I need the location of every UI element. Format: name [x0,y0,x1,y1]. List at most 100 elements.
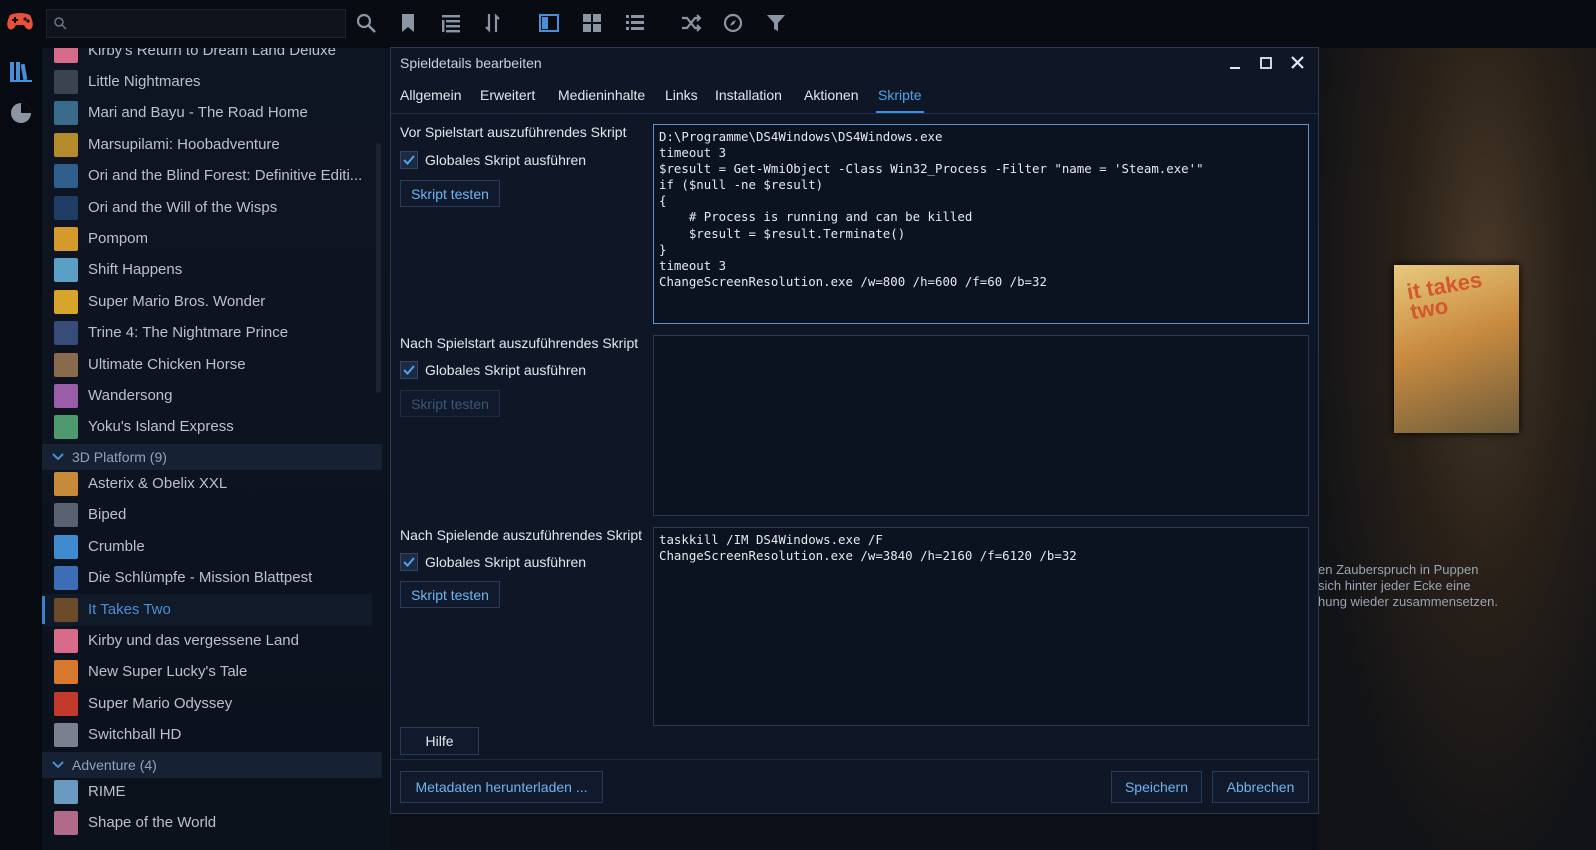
description-line: en Zauberspruch in Puppen [1318,562,1479,577]
random-icon[interactable] [680,12,702,34]
cancel-button[interactable]: Abbrechen [1212,771,1309,803]
help-button[interactable]: Hilfe [400,727,479,755]
library-icon[interactable] [8,58,34,84]
group-label: 3D Platform (9) [72,449,167,465]
group-label: Adventure (4) [72,757,157,773]
chevron-down-icon [52,453,64,461]
checkbox[interactable] [400,553,418,571]
save-button[interactable]: Speichern [1111,771,1202,803]
game-cover-icon [54,811,78,836]
game-detail-background [1318,48,1596,850]
gamepad-logo-icon[interactable] [5,9,35,33]
post-exit-script-editor[interactable]: taskkill /IM DS4Windows.exe /F ChangeScr… [653,527,1309,726]
list-item[interactable]: Switchball HD [42,719,372,751]
explore-icon[interactable] [722,12,744,34]
grid-view-icon[interactable] [581,12,603,34]
bookmark-icon[interactable] [397,12,419,34]
search-input[interactable] [46,9,346,38]
list-item[interactable]: RIME [42,776,372,808]
left-rail [0,48,42,850]
checkmark-icon [403,365,415,375]
download-metadata-button[interactable]: Metadaten herunterladen ... [400,771,603,803]
game-cover-icon [54,660,78,685]
list-item[interactable]: Marsupilami: Hoobadventure [42,129,372,161]
game-cover-icon [54,566,78,591]
tab-erweitert[interactable]: Erweitert [480,87,535,111]
game-name: Super Mario Bros. Wonder [88,292,266,310]
game-cover-icon [54,101,78,126]
list-item[interactable]: Kirby und das vergessene Land [42,625,372,657]
list-item[interactable]: Ori and the Will of the Wisps [42,192,372,224]
list-item[interactable]: Little Nightmares [42,66,372,98]
search-small-icon [54,17,67,30]
list-item[interactable]: Die Schlümpfe - Mission Blattpest [42,562,372,594]
list-item[interactable]: Ultimate Chicken Horse [42,349,372,381]
post-start-script-editor[interactable] [653,335,1309,516]
edit-game-dialog: Spieldetails bearbeiten Allgemein Erweit… [390,47,1319,814]
top-toolbar [0,0,1596,48]
list-item[interactable]: Wandersong [42,380,372,412]
list-item[interactable]: Crumble [42,531,372,563]
close-icon[interactable] [1287,54,1309,74]
post-start-script-label: Nach Spielstart auszuführendes Skript [400,335,639,351]
game-cover-icon [54,132,78,157]
list-item[interactable]: Shift Happens [42,254,372,286]
post-start-test-button[interactable]: Skript testen [400,390,500,417]
game-name: Switchball HD [88,726,182,744]
list-item[interactable]: Pompom [42,223,372,255]
list-item[interactable]: It Takes Two [42,593,372,626]
minimize-icon[interactable] [1224,54,1246,74]
list-item[interactable]: Super Mario Bros. Wonder [42,286,372,318]
list-view-icon[interactable] [624,12,646,34]
game-name: Ultimate Chicken Horse [88,355,246,373]
list-item[interactable]: Trine 4: The Nightmare Prince [42,317,372,349]
game-cover-icon [54,352,78,377]
checkbox-label: Globales Skript ausführen [425,152,587,168]
list-item[interactable]: Kirby's Return to Dream Land Deluxe [42,48,372,67]
list-item[interactable]: Shape of the World [42,807,372,839]
game-cover-icon [54,48,78,63]
list-item[interactable]: Biped [42,499,372,531]
list-item[interactable]: Asterix & Obelix XXL [42,468,372,500]
game-name: Ori and the Blind Forest: Definitive Edi… [88,167,363,185]
pre-start-script-editor[interactable]: D:\Programme\DS4Windows\DS4Windows.exe t… [653,124,1309,324]
game-cover-icon [54,597,78,622]
pre-start-test-button[interactable]: Skript testen [400,180,500,207]
checkbox[interactable] [400,151,418,169]
tab-allgemein[interactable]: Allgemein [400,87,461,111]
checkbox[interactable] [400,361,418,379]
game-name: Wandersong [88,387,173,404]
tab-skripte[interactable]: Skripte [876,87,924,113]
dialog-title: Spieldetails bearbeiten [400,55,542,71]
group-header-adventure[interactable]: Adventure (4) [42,752,382,778]
tab-installation[interactable]: Installation [715,87,782,111]
game-cover-icon [54,503,78,528]
tab-bar: Allgemein Erweitert Medieninhalte Links … [391,86,1318,114]
tab-links[interactable]: Links [665,87,698,111]
list-item[interactable]: Mari and Bayu - The Road Home [42,97,372,129]
tab-medieninhalte[interactable]: Medieninhalte [558,87,645,111]
list-item[interactable]: New Super Lucky's Tale [42,656,372,688]
game-cover-icon [54,289,78,314]
tab-aktionen[interactable]: Aktionen [804,87,858,111]
group-header-3d-platform[interactable]: 3D Platform (9) [42,444,382,470]
search-icon[interactable] [355,12,377,34]
library-scrollbar[interactable] [376,143,381,393]
filter-icon[interactable] [765,12,787,34]
game-name: It Takes Two [88,600,171,618]
sort-icon[interactable] [482,12,504,34]
details-view-icon[interactable] [538,12,560,34]
game-name: Yoku's Island Express [88,418,234,436]
maximize-icon[interactable] [1255,54,1277,74]
statistics-icon[interactable] [8,100,34,126]
game-name: Trine 4: The Nightmare Prince [88,324,289,342]
cover-title: it takes two [1404,266,1484,325]
list-item[interactable]: Ori and the Blind Forest: Definitive Edi… [42,160,372,192]
post-exit-test-button[interactable]: Skript testen [400,581,500,608]
list-item[interactable]: Super Mario Odyssey [42,688,372,720]
chevron-down-icon [52,761,64,769]
list-item[interactable]: Yoku's Island Express [42,411,372,443]
list-tree-icon[interactable] [440,12,462,34]
game-name: New Super Lucky's Tale [88,663,248,681]
game-name: Asterix & Obelix XXL [88,475,228,492]
